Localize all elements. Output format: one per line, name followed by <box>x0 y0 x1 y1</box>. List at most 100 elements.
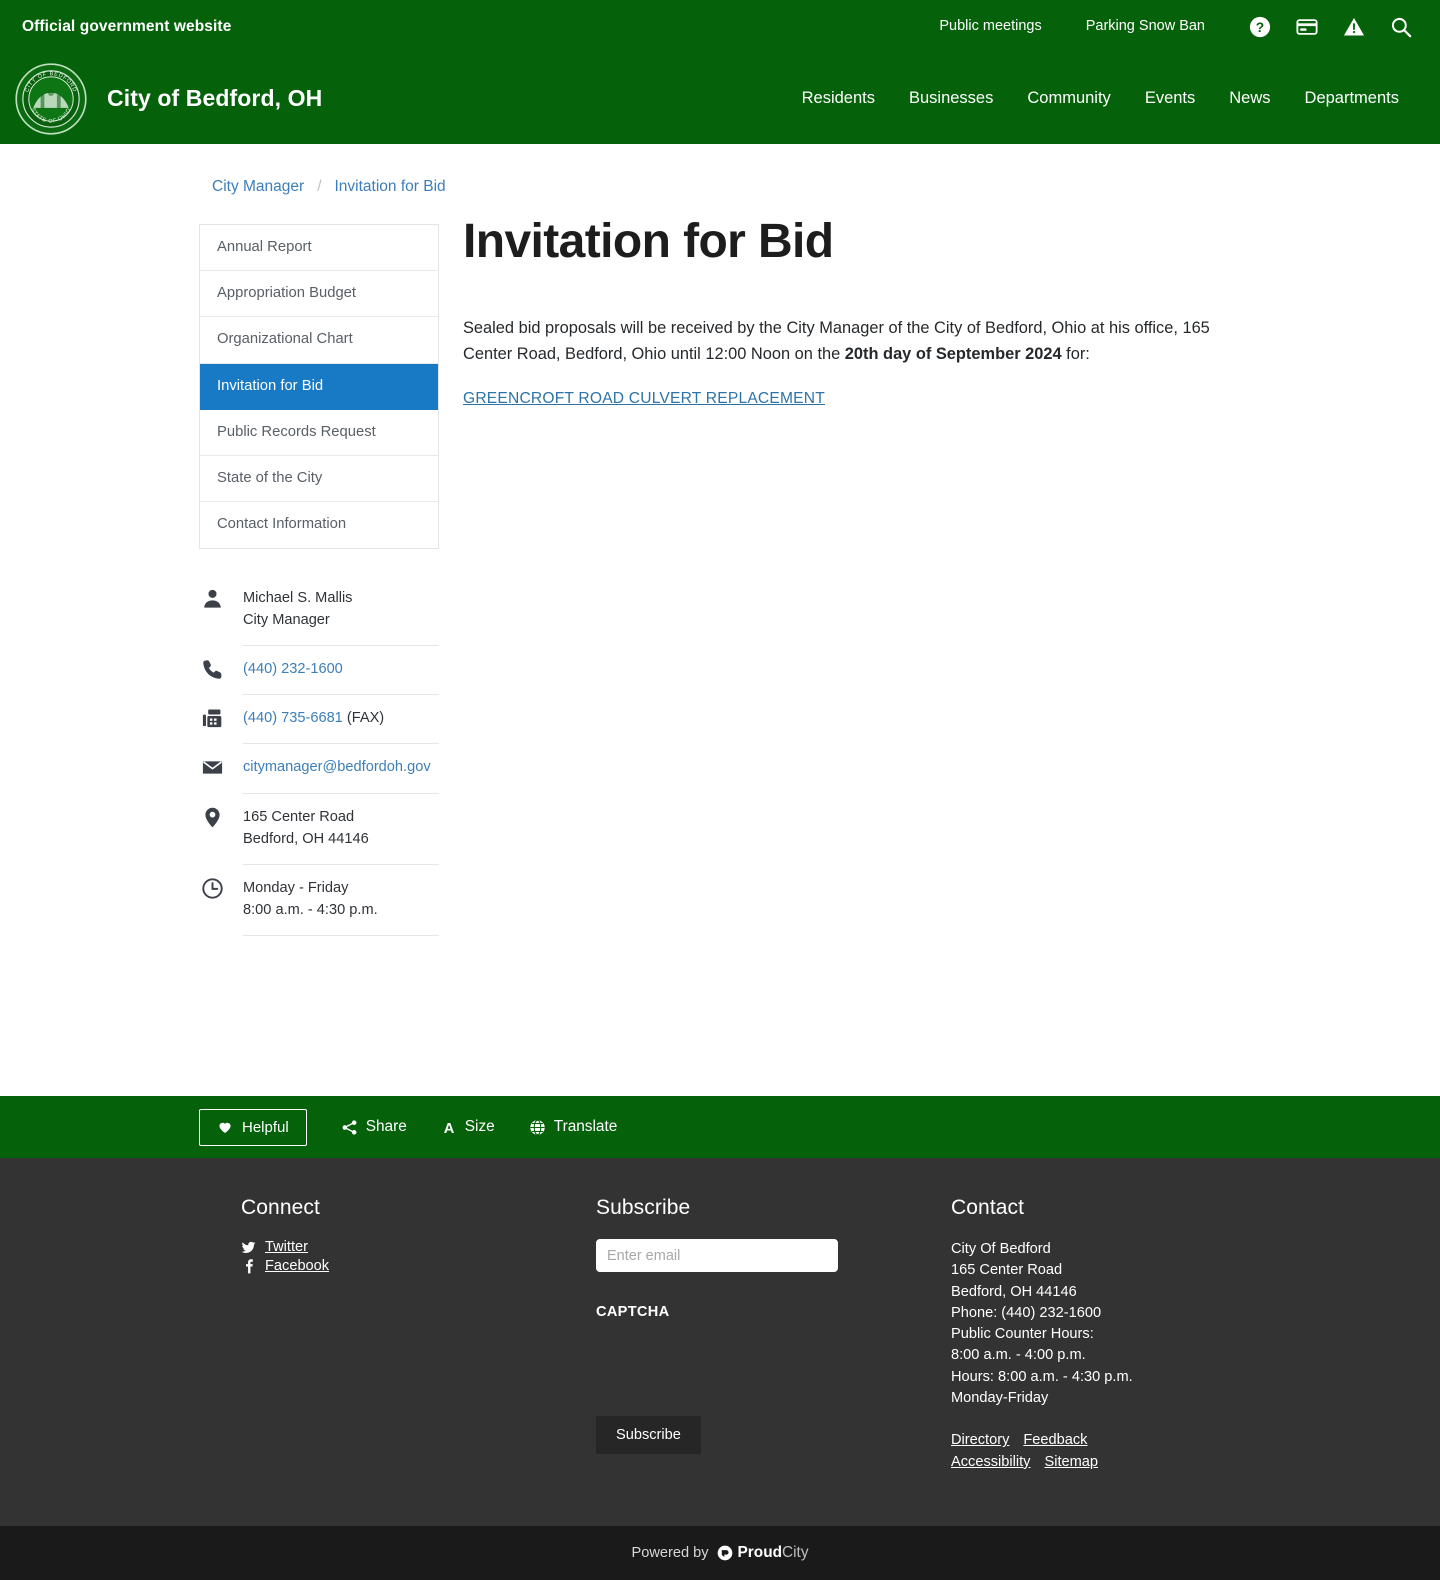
contact-person-title: City Manager <box>243 611 330 628</box>
contact-address-line1: 165 Center Road <box>243 808 355 825</box>
official-government-label: Official government website <box>22 17 232 35</box>
alert-icon[interactable] <box>1343 16 1365 38</box>
sidebar-item-contact-information[interactable]: Contact Information <box>200 502 438 547</box>
size-button-label: Size <box>464 1118 495 1135</box>
map-pin-icon <box>199 794 243 829</box>
footer-subscribe-column: Subscribe CAPTCHA Subscribe <box>596 1196 951 1474</box>
proudcity-light: City <box>782 1543 809 1561</box>
breadcrumb-current[interactable]: Invitation for Bid <box>335 178 446 196</box>
footer-contact-heading: Contact <box>951 1196 1025 1219</box>
contact-phone-link[interactable]: (440) 232-1600 <box>243 661 343 677</box>
subscribe-email-input[interactable] <box>596 1239 838 1272</box>
page-wrap: City Manager / Invitation for Bid Annual… <box>0 144 1440 1096</box>
globe-icon <box>529 1119 546 1136</box>
footer-subscribe-heading: Subscribe <box>596 1196 691 1219</box>
phone-icon <box>199 646 243 681</box>
sidebar-item-invitation-for-bid[interactable]: Invitation for Bid <box>200 363 438 410</box>
utility-link-public-meetings[interactable]: Public meetings <box>917 19 1063 34</box>
list-item: Twitter <box>241 1239 596 1255</box>
utility-bar: Official government website Public meeti… <box>0 0 1440 53</box>
social-link-twitter[interactable]: Twitter <box>265 1239 308 1255</box>
contact-address-line2: Bedford, OH 44146 <box>243 830 369 847</box>
nav-item-community[interactable]: Community <box>1010 89 1127 108</box>
footer-contact-line: Public Counter Hours: <box>951 1326 1094 1343</box>
subscribe-button[interactable]: Subscribe <box>596 1416 701 1454</box>
footer-contact-lines: City Of Bedford 165 Center Road Bedford,… <box>951 1239 1281 1409</box>
footer-connect-heading: Connect <box>241 1196 320 1219</box>
city-seal-logo[interactable]: CITY OF BEDFORD STATE OF OHIO <box>14 62 88 136</box>
contact-row-hours: Monday - Friday 8:00 a.m. - 4:30 p.m. <box>199 865 439 937</box>
share-icon <box>341 1119 358 1136</box>
svg-text:A: A <box>443 1120 454 1135</box>
powered-by-bar: Powered by ProudCity <box>0 1525 1440 1580</box>
main-content: Invitation for Bid Sealed bid proposals … <box>439 215 1440 408</box>
footer-link-directory[interactable]: Directory <box>951 1432 1009 1448</box>
contact-address-text: 165 Center Road Bedford, OH 44146 <box>243 794 439 865</box>
contact-row-person: Michael S. Mallis City Manager <box>199 575 439 646</box>
contact-person-name: Michael S. Mallis <box>243 589 353 606</box>
paragraph-text-before: Sealed bid proposals will be received by… <box>463 318 1210 364</box>
sidebar-item-state-of-the-city[interactable]: State of the City <box>200 456 438 503</box>
footer-link-feedback[interactable]: Feedback <box>1023 1432 1087 1448</box>
contact-fax-link[interactable]: (440) 735-6681 <box>243 710 343 726</box>
sidebar-menu: Annual Report Appropriation Budget Organ… <box>199 224 439 549</box>
sidebar-item-annual-report[interactable]: Annual Report <box>200 225 438 272</box>
payment-card-icon[interactable] <box>1296 16 1318 38</box>
footer-connect-column: Connect Twitter Facebook <box>241 1196 596 1474</box>
sidebar-item-appropriation-budget[interactable]: Appropriation Budget <box>200 271 438 318</box>
footer-contact-line: City Of Bedford <box>951 1241 1051 1257</box>
sidebar-item-organizational-chart[interactable]: Organizational Chart <box>200 317 438 364</box>
paragraph-bold-date: 20th day of September 2024 <box>844 345 1062 364</box>
contact-fax-suffix: (FAX) <box>342 710 385 727</box>
main-navigation: Residents Businesses Community Events Ne… <box>785 89 1440 108</box>
size-button[interactable]: A Size <box>441 1118 495 1136</box>
sidebar: Annual Report Appropriation Budget Organ… <box>199 224 439 937</box>
bid-document-link[interactable]: GREENCROFT ROAD CULVERT REPLACEMENT <box>463 390 825 408</box>
proudcity-mark-icon <box>717 1545 733 1561</box>
breadcrumb-separator: / <box>317 178 322 195</box>
footer-contact-line: 8:00 a.m. - 4:00 p.m. <box>951 1347 1086 1364</box>
utility-link-parking-snow-ban[interactable]: Parking Snow Ban <box>1064 19 1227 34</box>
nav-item-departments[interactable]: Departments <box>1288 89 1416 108</box>
translate-button[interactable]: Translate <box>529 1118 617 1136</box>
contact-hours-days: Monday - Friday <box>243 879 349 896</box>
page-action-bar: Helpful Share A Size Translate <box>0 1096 1440 1158</box>
contact-phone-text: (440) 232-1600 <box>243 646 439 696</box>
brand-bar: CITY OF BEDFORD STATE OF OHIO City of Be… <box>0 53 1440 144</box>
footer-contact-line: Phone: (440) 232-1600 <box>951 1304 1102 1321</box>
search-icon[interactable] <box>1390 16 1412 38</box>
heart-icon <box>217 1119 233 1135</box>
captcha-label: CAPTCHA <box>596 1304 670 1320</box>
site-footer: Connect Twitter Facebook Subscribe Enter… <box>0 1158 1440 1526</box>
footer-contact-column: Contact City Of Bedford 165 Center Road … <box>951 1196 1281 1474</box>
clock-icon <box>199 865 243 900</box>
page-title: Invitation for Bid <box>463 215 834 268</box>
nav-item-businesses[interactable]: Businesses <box>892 89 1010 108</box>
contact-row-phone: (440) 232-1600 <box>199 646 439 696</box>
share-button[interactable]: Share <box>341 1118 407 1136</box>
breadcrumb-parent[interactable]: City Manager <box>212 178 304 196</box>
proudcity-logo[interactable]: ProudCity <box>717 1544 809 1562</box>
twitter-icon <box>241 1240 256 1255</box>
help-icon[interactable]: ? <box>1249 16 1271 38</box>
nav-item-events[interactable]: Events <box>1128 89 1212 108</box>
sidebar-item-public-records-request[interactable]: Public Records Request <box>200 410 438 457</box>
social-link-facebook[interactable]: Facebook <box>265 1258 329 1274</box>
sidebar-contact-block: Michael S. Mallis City Manager (440) 232… <box>199 575 439 937</box>
helpful-button[interactable]: Helpful <box>199 1108 307 1146</box>
utility-right-group: Public meetings Parking Snow Ban ? <box>917 16 1412 38</box>
contact-person-text: Michael S. Mallis City Manager <box>243 575 439 646</box>
contact-row-address: 165 Center Road Bedford, OH 44146 <box>199 794 439 865</box>
proudcity-wordmark: ProudCity <box>738 1544 809 1562</box>
envelope-icon <box>199 744 243 779</box>
contact-email-link[interactable]: citymanager@bedfordoh.gov <box>243 759 431 775</box>
footer-link-accessibility[interactable]: Accessibility <box>951 1454 1030 1470</box>
fax-icon <box>199 695 243 730</box>
footer-contact-line: Bedford, OH 44146 <box>951 1283 1077 1300</box>
nav-item-residents[interactable]: Residents <box>785 89 892 108</box>
nav-item-news[interactable]: News <box>1212 89 1287 108</box>
svg-text:?: ? <box>1256 20 1264 35</box>
social-links-list: Twitter Facebook <box>241 1239 596 1274</box>
brand-title[interactable]: City of Bedford, OH <box>107 85 322 112</box>
footer-link-sitemap[interactable]: Sitemap <box>1044 1454 1098 1470</box>
